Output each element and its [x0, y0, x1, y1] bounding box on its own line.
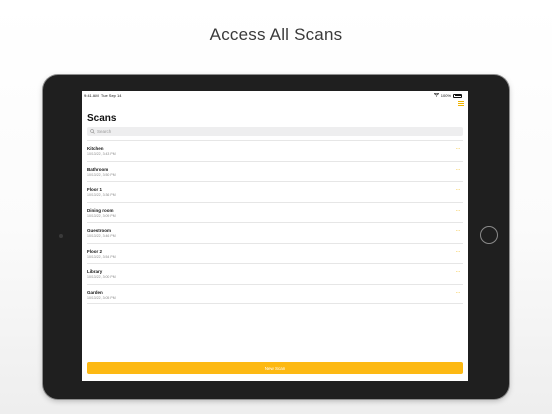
scan-name: Library	[87, 269, 103, 274]
page-title: Scans	[87, 113, 117, 124]
hamburger-menu-icon[interactable]	[458, 101, 464, 106]
list-item[interactable]: Garden 10/13/22, 3:05 PM ···	[87, 283, 463, 304]
status-time: 9:41 AM Tue Sep 14	[84, 93, 121, 98]
scan-date: 10/13/22, 3:50 PM	[87, 172, 116, 177]
app-screen: 9:41 AM Tue Sep 14 100% Scans Kit	[82, 91, 468, 381]
status-indicators: 100%	[433, 92, 462, 98]
scan-date: 10/13/22, 3:43 PM	[87, 152, 116, 156]
more-icon[interactable]: ···	[456, 249, 461, 255]
wifi-icon	[433, 92, 439, 98]
scan-name: Floor 2	[87, 248, 103, 254]
scan-name: Bathroom	[87, 166, 109, 172]
scan-date: 10/13/22, 3:09 PM	[87, 213, 116, 218]
page-headline: Access All Scans	[209, 25, 343, 44]
scan-date: 10/13/22, 3:00 PM	[87, 275, 116, 279]
status-clock: 9:41 AM	[84, 93, 99, 98]
more-icon[interactable]: ···	[456, 146, 461, 152]
more-icon[interactable]: ···	[456, 187, 461, 193]
list-item[interactable]: Dining room 10/13/22, 3:09 PM ···	[87, 201, 463, 223]
list-item[interactable]: Floor 2 10/13/22, 3:54 PM ···	[87, 242, 463, 264]
scan-date: 10/13/22, 3:54 PM	[87, 254, 116, 259]
more-icon[interactable]: ···	[456, 269, 461, 275]
scan-date: 10/13/22, 3:05 PM	[87, 295, 116, 300]
battery-percentage: 100%	[440, 93, 451, 98]
front-camera	[59, 234, 63, 238]
more-icon[interactable]: ···	[456, 208, 461, 214]
scans-list: Kitchen 10/13/22, 3:43 PM ··· Bathroom 1…	[87, 140, 463, 304]
list-item[interactable]: Guestroom 10/13/22, 3:46 PM ···	[87, 222, 463, 243]
list-item[interactable]: Library 10/13/22, 3:00 PM ···	[87, 263, 463, 284]
scan-name: Kitchen	[87, 146, 104, 151]
ipad-device-frame: 9:41 AM Tue Sep 14 100% Scans Kit	[43, 75, 509, 399]
list-item[interactable]: Floor 1 10/13/22, 3:36 PM ···	[87, 181, 463, 202]
status-bar: 9:41 AM Tue Sep 14 100%	[82, 92, 468, 99]
scan-name: Garden	[87, 289, 103, 295]
more-icon[interactable]: ···	[456, 228, 461, 234]
list-item[interactable]: Kitchen 10/13/22, 3:43 PM ···	[87, 140, 463, 161]
scan-date: 10/13/22, 3:46 PM	[87, 234, 116, 238]
scan-name: Dining room	[87, 207, 114, 213]
battery-icon	[453, 93, 462, 98]
more-icon[interactable]: ···	[456, 290, 461, 296]
more-icon[interactable]: ···	[456, 167, 461, 173]
status-date: Tue Sep 14	[100, 93, 122, 98]
scan-date: 10/13/22, 3:36 PM	[87, 193, 116, 197]
list-item[interactable]: Bathroom 10/13/22, 3:50 PM ···	[87, 160, 463, 182]
search-bar[interactable]	[87, 127, 463, 136]
scan-name: Floor 1	[87, 187, 103, 192]
home-button[interactable]	[480, 226, 498, 244]
new-scan-button[interactable]: New Scan	[87, 362, 463, 374]
search-input[interactable]	[95, 127, 457, 136]
scan-name: Guestroom	[87, 228, 112, 233]
